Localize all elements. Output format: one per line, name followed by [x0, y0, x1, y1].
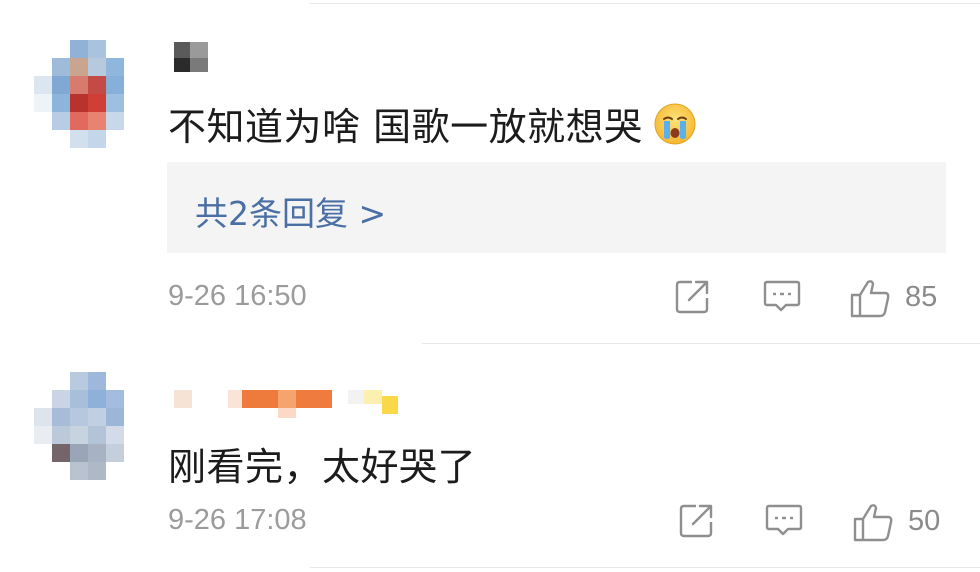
comment-button[interactable]	[764, 502, 808, 542]
comment-text: 不知道为啥 国歌一放就想哭	[168, 96, 697, 151]
view-replies-link[interactable]: 共2条回复 >	[195, 187, 386, 235]
comment-meta: 9-26 17:08 50	[168, 502, 980, 548]
comment-bubble-icon	[763, 280, 801, 312]
like-button[interactable]: 85	[849, 278, 949, 318]
comment-item: 刚看完，太好哭了 9-26 17:08 50	[0, 344, 980, 568]
like-count: 50	[908, 505, 941, 537]
crying-face-icon	[653, 102, 697, 146]
avatar-blurred[interactable]	[34, 372, 140, 480]
share-icon	[675, 280, 709, 314]
like-button[interactable]: 50	[852, 502, 952, 542]
avatar-blurred[interactable]	[34, 40, 140, 148]
share-button[interactable]	[674, 278, 716, 318]
comment-bubble-icon	[765, 504, 803, 536]
comment-timestamp: 9-26 16:50	[168, 280, 307, 312]
comment-item: 不知道为啥 国歌一放就想哭 共2条回复 > 9-26 16:50 85	[0, 0, 980, 343]
comment-timestamp: 9-26 17:08	[168, 504, 307, 536]
thumbs-up-icon	[853, 504, 893, 542]
replies-box: 共2条回复 >	[167, 162, 946, 253]
comment-meta: 9-26 16:50 85	[168, 278, 980, 324]
divider-bottom	[310, 567, 980, 568]
comment-text-content: 不知道为啥 国歌一放就想哭	[168, 105, 643, 149]
comment-text: 刚看完，太好哭了	[168, 445, 477, 489]
comment-button[interactable]	[762, 278, 806, 318]
like-count: 85	[905, 281, 938, 313]
share-button[interactable]	[678, 502, 720, 542]
thumbs-up-icon	[850, 280, 890, 318]
share-icon	[679, 504, 713, 538]
